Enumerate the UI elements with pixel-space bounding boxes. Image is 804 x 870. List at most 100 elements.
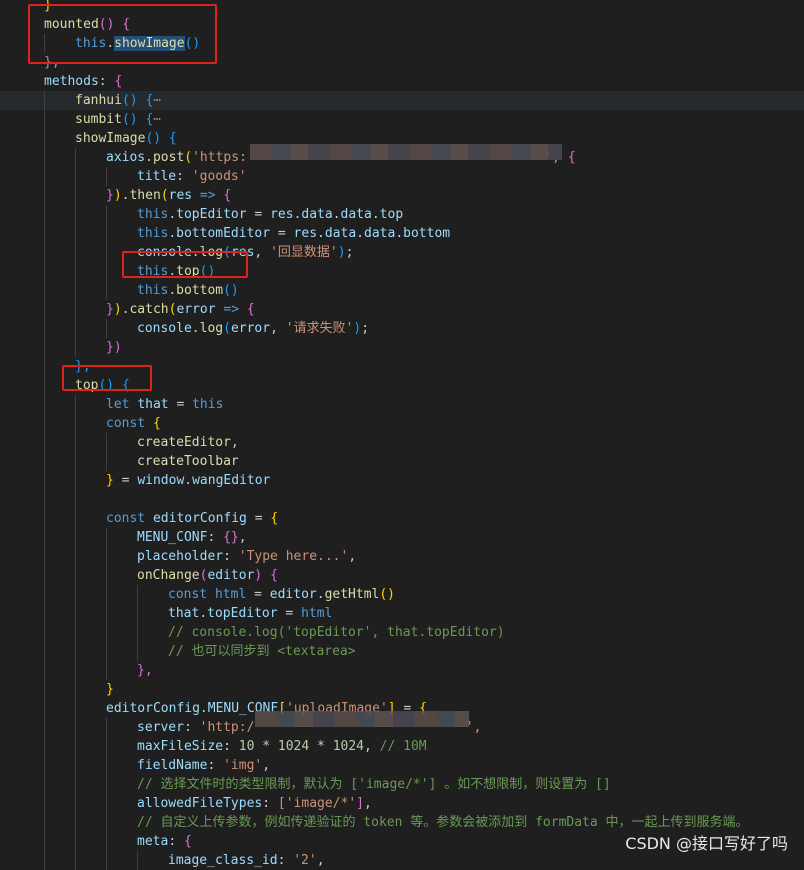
code-token: ) {: [254, 568, 278, 583]
code-token: that: [137, 397, 169, 412]
indent-guide: [44, 357, 45, 376]
code-token: :: [223, 549, 239, 564]
code-token: MENU_CONF: [137, 530, 208, 545]
indent-guide: [44, 680, 45, 699]
indent-guide: [106, 794, 107, 813]
code-token: :: [168, 834, 184, 849]
code-line[interactable]: this.topEditor = res.data.data.top: [0, 205, 804, 224]
indent-guide: [44, 832, 45, 851]
code-line[interactable]: console.log(res, '回显数据');: [0, 243, 804, 262]
code-line[interactable]: this.bottomEditor = res.data.data.bottom: [0, 224, 804, 243]
code-token: {: [567, 150, 576, 165]
code-token: =: [113, 473, 138, 488]
redacted-url-post: [250, 144, 562, 160]
code-token: html: [214, 587, 247, 602]
indent-guide: [44, 148, 45, 167]
indent-guide: [75, 414, 76, 433]
code-token: (: [184, 150, 193, 165]
indent-guide: [75, 813, 76, 832]
code-token: const: [106, 416, 146, 431]
code-line[interactable]: methods: {: [0, 72, 804, 91]
indent-guide: [106, 319, 107, 338]
code-line[interactable]: allowedFileTypes: ['image/*'],: [0, 794, 804, 813]
code-line[interactable]: // 选择文件时的类型限制，默认为 ['image/*'] 。如不想限制，则设置…: [0, 775, 804, 794]
code-line[interactable]: }).catch(error => {: [0, 300, 804, 319]
code-token: :: [262, 796, 278, 811]
indent-guide: [75, 471, 76, 490]
code-token: let: [106, 397, 130, 412]
csdn-watermark: CSDN @接口写好了吗: [625, 834, 788, 853]
code-line[interactable]: placeholder: 'Type here...',: [0, 547, 804, 566]
code-token: () {: [145, 131, 177, 146]
code-token: .: [168, 226, 177, 241]
indent-guide: [106, 832, 107, 851]
annotation-box-mounted: [28, 4, 217, 64]
code-token: },: [137, 663, 153, 678]
annotation-box-this-top-call: [122, 251, 248, 278]
indent-guide: [75, 547, 76, 566]
indent-guide: [44, 414, 45, 433]
code-line[interactable]: [0, 490, 804, 509]
code-line[interactable]: const {: [0, 414, 804, 433]
code-line[interactable]: onChange(editor) {: [0, 566, 804, 585]
code-line[interactable]: }).then(res => {: [0, 186, 804, 205]
code-token: ,: [364, 796, 372, 811]
code-token: (: [160, 188, 169, 203]
code-token: post: [152, 150, 185, 165]
code-token: .: [199, 701, 208, 716]
code-token: {: [183, 834, 192, 849]
code-line[interactable]: maxFileSize: 10 * 1024 * 1024, // 10M: [0, 737, 804, 756]
code-token: ;: [345, 245, 354, 260]
code-token: this: [137, 226, 169, 241]
code-token: }: [106, 302, 114, 317]
code-line[interactable]: // console.log('topEditor', that.topEdit…: [0, 623, 804, 642]
code-token: that: [168, 606, 200, 621]
code-line[interactable]: fanhui() {⋯: [0, 91, 804, 110]
indent-guide: [106, 851, 107, 870]
code-token: this: [192, 397, 224, 412]
code-line[interactable]: }: [0, 680, 804, 699]
code-line[interactable]: this.bottom(): [0, 281, 804, 300]
code-token: ,: [316, 853, 325, 868]
code-token: ;: [361, 321, 370, 336]
code-line[interactable]: this.top(): [0, 262, 804, 281]
indent-guide: [44, 737, 45, 756]
indent-guide: [106, 604, 107, 623]
code-token: getHtml: [324, 587, 380, 602]
code-line[interactable]: } = window.wangEditor: [0, 471, 804, 490]
code-line[interactable]: let that = this: [0, 395, 804, 414]
code-token: :: [277, 853, 294, 868]
code-editor[interactable]: } mounted() {this.showImage()}, methods: {…: [0, 0, 804, 870]
indent-guide: [75, 281, 76, 300]
indent-guide: [75, 661, 76, 680]
indent-guide: [44, 509, 45, 528]
code-line[interactable]: that.topEditor = html: [0, 604, 804, 623]
code-token: onChange: [137, 568, 200, 583]
code-token: maxFileSize: [137, 739, 224, 754]
indent-guide: [44, 91, 45, 110]
code-line[interactable]: const editorConfig = {: [0, 509, 804, 528]
code-token: .: [145, 150, 153, 165]
code-line[interactable]: console.log(error, '请求失败');: [0, 319, 804, 338]
indent-guide: [75, 699, 76, 718]
code-token: ,: [270, 321, 286, 336]
code-token: =>: [215, 302, 247, 317]
code-line[interactable]: createToolbar: [0, 452, 804, 471]
code-line[interactable]: // 也可以同步到 <textarea>: [0, 642, 804, 661]
code-line[interactable]: const html = editor.getHtml(): [0, 585, 804, 604]
code-token: res: [270, 207, 294, 222]
code-token: =: [246, 511, 271, 526]
code-line[interactable]: MENU_CONF: {},: [0, 528, 804, 547]
code-line[interactable]: sumbit() {⋯: [0, 110, 804, 129]
code-token: title: [137, 169, 177, 184]
code-line[interactable]: createEditor,: [0, 433, 804, 452]
code-token: editorConfig: [106, 701, 200, 716]
indent-guide: [106, 756, 107, 775]
code-line[interactable]: }): [0, 338, 804, 357]
indent-guide: [44, 376, 45, 395]
code-line[interactable]: fieldName: 'img',: [0, 756, 804, 775]
indent-guide: [106, 642, 107, 661]
indent-guide: [44, 547, 45, 566]
code-line[interactable]: title: 'goods': [0, 167, 804, 186]
code-line[interactable]: },: [0, 661, 804, 680]
